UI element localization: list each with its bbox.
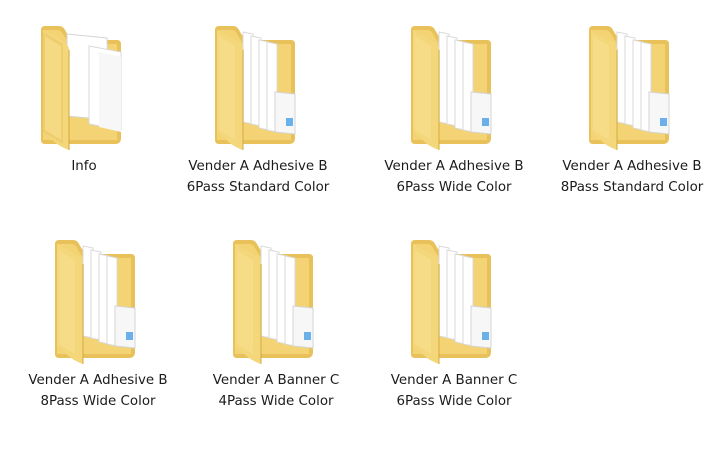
folder-label: Vender A Adhesive B 8Pass Wide Color — [28, 373, 168, 409]
folder-files-svg — [589, 24, 670, 150]
folder-files-svg — [233, 238, 314, 364]
folder-item-vendor-a-adhesive-b-6pass-standard-color[interactable]: Vender A Adhesive B 6Pass Standard Color — [174, 0, 342, 210]
file-explorer-content: Info Vender A Adhesive B 6Pass Standard … — [0, 0, 713, 471]
folder-item-vendor-a-adhesive-b-6pass-wide-color[interactable]: Vender A Adhesive B 6Pass Wide Color — [370, 0, 538, 210]
folder-label: Vender A Adhesive B 6Pass Standard Color — [186, 159, 330, 195]
folder-icon — [403, 12, 499, 152]
folder-item-vendor-a-banner-c-6pass-wide-color[interactable]: Vender A Banner C 6Pass Wide Color — [370, 214, 538, 424]
folder-label: Info — [71, 159, 97, 174]
folder-label: Vender A Banner C 4Pass Wide Color — [212, 373, 340, 409]
folder-documents-svg — [41, 24, 122, 150]
folder-item-info[interactable]: Info — [0, 0, 168, 210]
folder-files-svg — [411, 24, 492, 150]
folder-label: Vender A Banner C 6Pass Wide Color — [390, 373, 518, 409]
folder-files-svg — [215, 24, 296, 150]
folder-files-svg — [411, 238, 492, 364]
folder-files-svg — [55, 238, 136, 364]
folder-icon — [581, 12, 677, 152]
folder-item-vendor-a-banner-c-4pass-wide-color[interactable]: Vender A Banner C 4Pass Wide Color — [192, 214, 360, 424]
folder-icon — [33, 12, 129, 152]
folder-item-vendor-a-adhesive-b-8pass-standard-color[interactable]: Vender A Adhesive B 8Pass Standard Color — [548, 0, 713, 210]
folder-label: Vender A Adhesive B 6Pass Wide Color — [384, 159, 524, 195]
folder-label: Vender A Adhesive B 8Pass Standard Color — [560, 159, 704, 195]
folder-icon — [225, 226, 321, 366]
folder-icon — [207, 12, 303, 152]
folder-icon — [403, 226, 499, 366]
folder-icon — [47, 226, 143, 366]
folder-item-vendor-a-adhesive-b-8pass-wide-color[interactable]: Vender A Adhesive B 8Pass Wide Color — [14, 214, 182, 424]
